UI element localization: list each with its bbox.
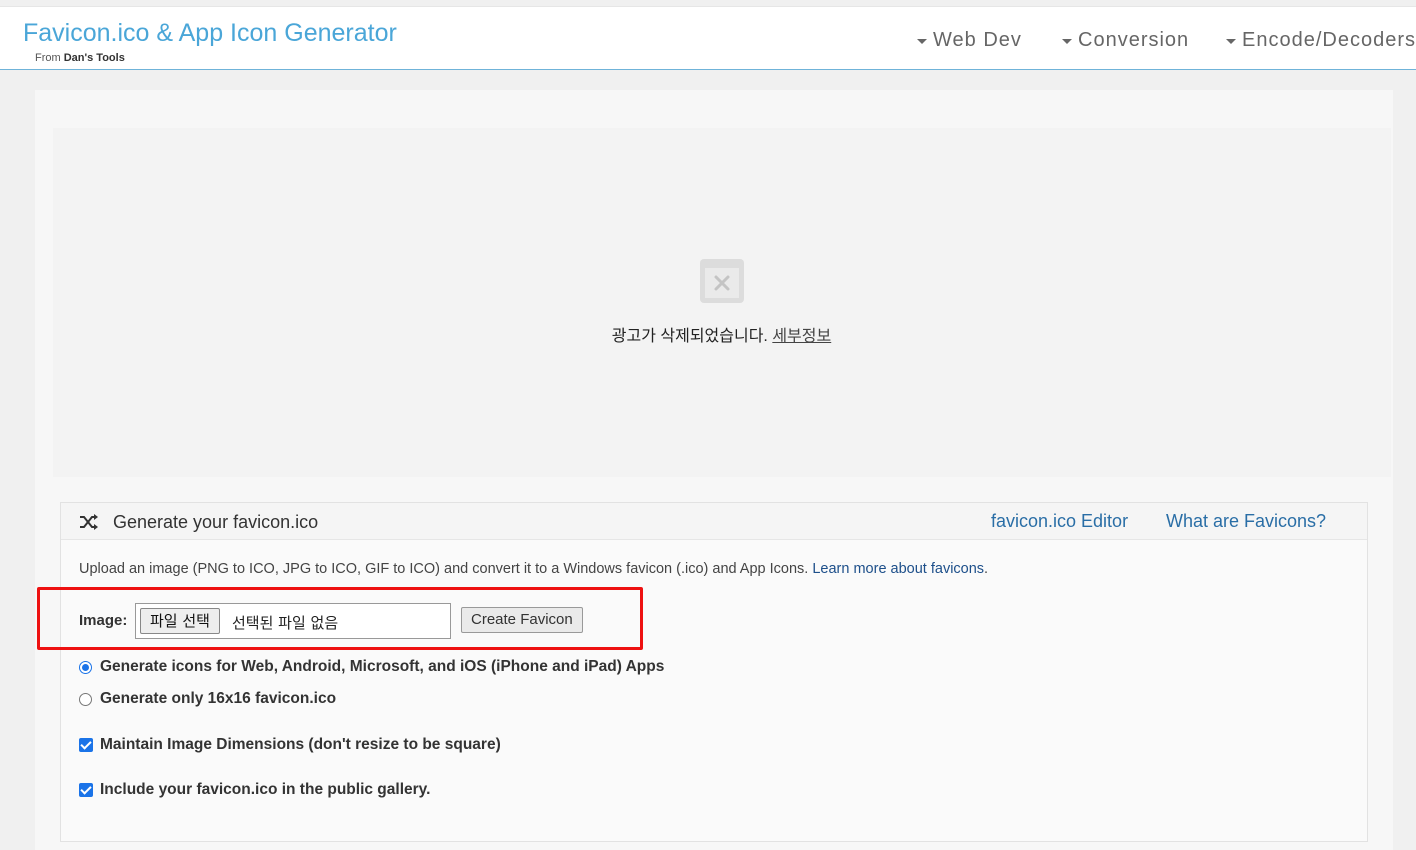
panel-title: Generate your favicon.ico	[113, 512, 319, 532]
radio-all-platforms[interactable]	[79, 660, 92, 674]
radio-16x16-only[interactable]	[79, 692, 92, 706]
nav-label: Encode/Decoders	[1242, 28, 1416, 51]
checkbox-option-public-gallery[interactable]: Include your favicon.ico in the public g…	[79, 781, 430, 799]
learn-more-link[interactable]: Learn more about favicons	[812, 561, 984, 577]
checkbox-maintain-dimensions[interactable]	[79, 738, 93, 752]
ad-details-link[interactable]: 세부정보	[772, 328, 831, 345]
checkbox-option-maintain-dimensions[interactable]: Maintain Image Dimensions (don't resize …	[79, 736, 501, 754]
caret-down-icon	[1226, 38, 1236, 44]
nav-label: Web Dev	[933, 28, 1022, 51]
site-title[interactable]: Favicon.ico & App Icon Generator	[23, 19, 397, 48]
site-subtitle: From Dan's Tools	[35, 52, 125, 64]
checkbox-public-gallery-label: Include your favicon.ico in the public g…	[100, 781, 431, 798]
checkbox-public-gallery[interactable]	[79, 783, 93, 797]
top-navbar: Favicon.ico & App Icon Generator From Da…	[0, 6, 1416, 70]
ad-removed-message: 광고가 삭제되었습니다. 세부정보	[0, 322, 1416, 346]
panel-header: Generate your favicon.ico favicon.ico Ed…	[61, 503, 1367, 540]
shuffle-icon	[80, 514, 98, 530]
caret-down-icon	[917, 38, 927, 44]
ad-message: 광고가 삭제되었습니다.	[611, 328, 768, 345]
radio-all-platforms-label: Generate icons for Web, Android, Microso…	[100, 658, 665, 675]
file-status-text: 선택된 파일 없음	[232, 614, 339, 632]
nav-menu-conversion[interactable]: Conversion	[1062, 28, 1189, 52]
image-label: Image:	[79, 612, 128, 629]
create-favicon-button[interactable]: Create Favicon	[461, 607, 583, 633]
what-are-favicons-link[interactable]: What are Favicons?	[1166, 511, 1326, 532]
radio-16x16-only-label: Generate only 16x16 favicon.ico	[100, 690, 337, 707]
choose-file-button[interactable]: 파일 선택	[140, 608, 220, 634]
nav-menu-web-dev[interactable]: Web Dev	[917, 28, 1022, 52]
panel-description: Upload an image (PNG to ICO, JPG to ICO,…	[79, 561, 988, 577]
radio-option-16x16-only[interactable]: Generate only 16x16 favicon.ico	[79, 690, 336, 708]
description-text: Upload an image (PNG to ICO, JPG to ICO,…	[79, 561, 809, 577]
from-prefix: From	[35, 52, 61, 64]
nav-menu-encode-decoders[interactable]: Encode/Decoders	[1226, 28, 1416, 52]
nav-label: Conversion	[1078, 28, 1190, 51]
from-brand[interactable]: Dan's Tools	[64, 52, 125, 64]
radio-option-all-platforms[interactable]: Generate icons for Web, Android, Microso…	[79, 658, 664, 676]
favicon-editor-link[interactable]: favicon.ico Editor	[991, 511, 1128, 532]
file-input[interactable]: 파일 선택 선택된 파일 없음	[135, 603, 451, 639]
ad-removed-icon	[700, 259, 744, 303]
caret-down-icon	[1062, 38, 1072, 44]
description-end: .	[984, 561, 989, 577]
checkbox-maintain-dimensions-label: Maintain Image Dimensions (don't resize …	[100, 736, 501, 753]
